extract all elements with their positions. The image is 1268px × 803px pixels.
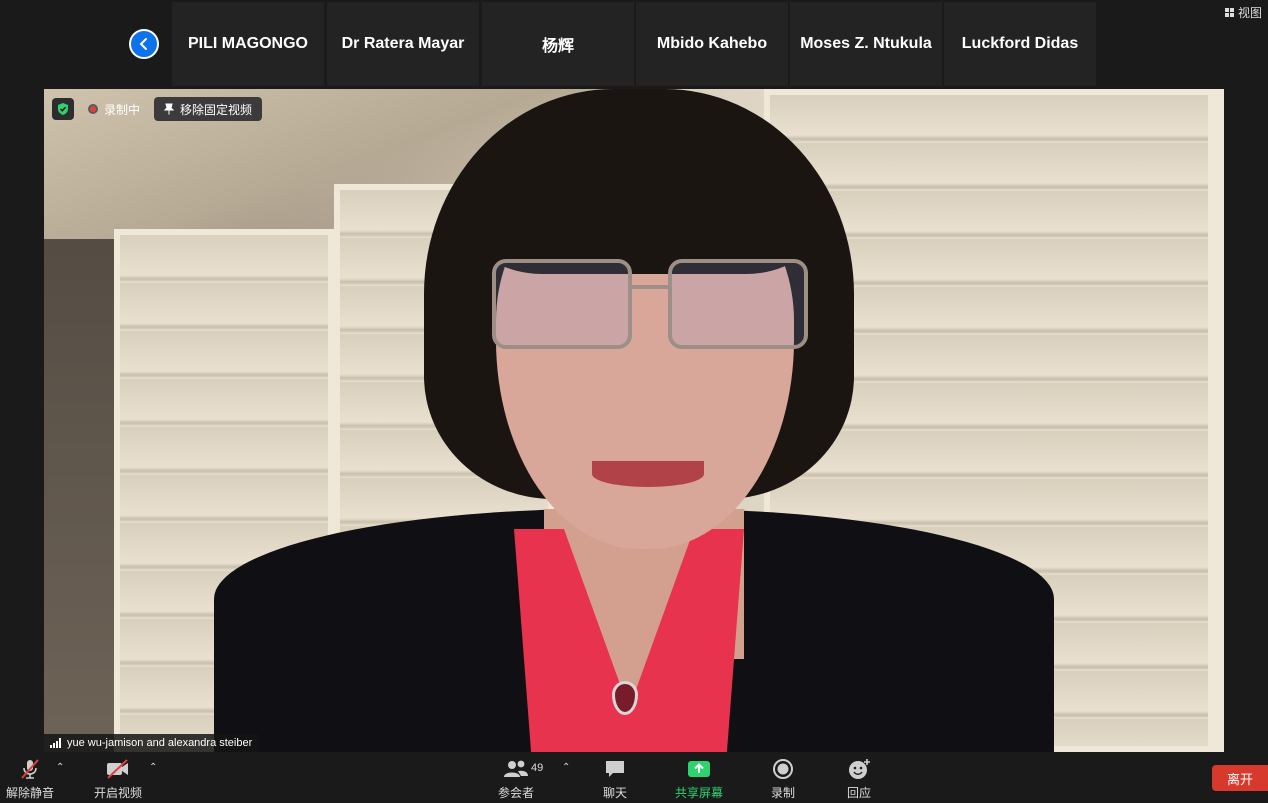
participant-name: 杨辉 [541,38,574,55]
record-dot-icon [88,104,98,114]
share-screen-label: 共享屏幕 [675,786,724,800]
video-options-caret[interactable]: ⌃ [149,762,157,773]
chat-bubble-icon [606,761,624,777]
grid-view-icon [1224,8,1234,17]
participant-strip: PILI MAGONGO Dr Ratera Mayar 杨辉 Mbido Ka… [0,0,1268,89]
participant-name: Dr Ratera Mayar [341,35,465,52]
participant-name: Moses Z. Ntukula [800,35,932,52]
participants-label: 参会者 [498,786,535,800]
participant-tile[interactable]: 杨辉 [482,2,634,86]
view-toggle-button[interactable]: 视图 [1224,4,1262,21]
reactions-button[interactable]: 回应 [847,758,871,801]
start-video-label: 开启视频 [94,786,143,800]
recording-label: 录制中 [104,102,141,117]
chevron-left-icon [139,38,147,50]
microphone-muted-icon [21,759,39,779]
share-screen-button[interactable]: 共享屏幕 [675,758,723,801]
back-button[interactable] [129,29,159,59]
record-icon [773,759,793,779]
participant-tile[interactable]: Mbido Kahebo [636,2,788,86]
chat-button[interactable]: 聊天 [603,758,627,801]
participant-name: Luckford Didas [961,35,1079,52]
participant-tile[interactable]: Dr Ratera Mayar [327,2,479,86]
unpin-label: 移除固定视频 [180,102,253,117]
pin-icon [164,103,175,115]
participants-options-caret[interactable]: ⌃ [562,762,570,773]
main-video [44,89,1224,752]
unmute-label: 解除静音 [6,786,55,800]
record-label: 录制 [771,786,796,800]
signal-strength-icon [50,738,61,748]
speaker-name-tag: yue wu-jamison and alexandra steiber [44,734,259,752]
participant-name: PILI MAGONGO [188,35,308,52]
start-video-button[interactable]: 开启视频 [94,758,142,801]
emoji-reaction-icon [849,759,870,779]
reactions-label: 回应 [847,786,872,800]
participant-tile[interactable]: PILI MAGONGO [172,2,324,86]
video-overlay-badges: 录制中 移除固定视频 [52,97,263,121]
participants-count: 49 [531,762,544,774]
chat-label: 聊天 [603,786,628,800]
view-label: 视图 [1237,6,1262,20]
video-camera-off-icon [107,759,128,779]
share-screen-icon [688,761,710,777]
recording-indicator[interactable]: 录制中 [84,99,144,120]
participant-tile[interactable]: Moses Z. Ntukula [790,2,942,86]
leave-meeting-button[interactable]: 离开 [1212,765,1268,791]
participant-tile[interactable]: Luckford Didas [944,2,1096,86]
unpin-video-button[interactable]: 移除固定视频 [154,97,263,121]
encryption-shield-icon[interactable] [52,98,74,120]
speaker-video-feed [44,89,1224,752]
audio-options-caret[interactable]: ⌃ [56,762,64,773]
meeting-toolbar: 解除静音 ⌃ 开启视频 ⌃ 参会者 49 ⌃ 聊天 共享屏幕 录制 回应 离开 [0,752,1268,803]
speaker-name: yue wu-jamison and alexandra steiber [67,737,253,749]
participants-icon [504,760,528,777]
participant-name: Mbido Kahebo [656,35,768,52]
unmute-button[interactable]: 解除静音 [6,758,54,801]
record-button[interactable]: 录制 [771,758,795,801]
participants-button[interactable]: 参会者 [498,758,534,801]
